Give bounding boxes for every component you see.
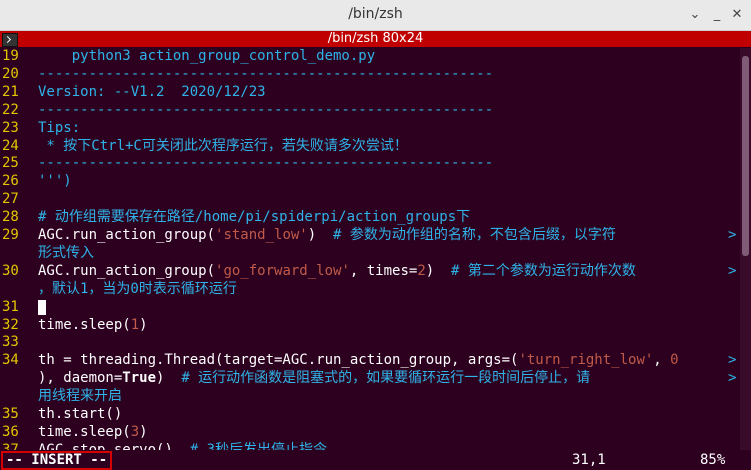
line-number: 22 — [2, 102, 19, 118]
line-wrap-marker: > — [728, 263, 737, 279]
code-token: ), daemon= — [38, 370, 123, 386]
code-token: ) — [139, 424, 148, 440]
code-token: th = threading.Thread(target=AGC.run_act… — [38, 352, 519, 368]
line-number — [2, 245, 32, 262]
line-number: 30 — [2, 263, 19, 279]
line-number: 35 — [2, 406, 19, 422]
code-token: # 动作组需要保存在路径/home/pi/spiderpi/action_gro… — [38, 209, 471, 225]
vim-status-line: -- INSERT -- 31,1 85% — [0, 450, 751, 470]
code-token: True — [122, 370, 157, 386]
scrollbar[interactable] — [740, 48, 751, 450]
code-line[interactable]: python3 action_group_control_demo.py — [38, 48, 375, 65]
code-token: , — [653, 352, 671, 368]
code-token: ) — [156, 370, 182, 386]
code-token: ) — [425, 263, 452, 279]
code-line[interactable]: ，默认1，当为0时表示循环运行 — [38, 281, 237, 298]
line-number: 31 — [2, 299, 19, 315]
code-line[interactable]: time.sleep(1) — [38, 317, 148, 334]
code-token: Tips: — [38, 120, 81, 136]
scroll-percent: 85% — [700, 452, 726, 468]
code-line[interactable]: 用线程来开启 — [38, 388, 122, 405]
code-token: th.start() — [38, 406, 123, 422]
code-token: ----------------------------------------… — [38, 155, 494, 171]
code-line[interactable]: AGC.run_action_group('stand_low') # 参数为动… — [38, 227, 616, 244]
code-token: # 第二个参数为运行动作次数 — [451, 263, 636, 279]
code-line[interactable]: th.start() — [38, 406, 122, 423]
code-line[interactable] — [38, 299, 46, 316]
line-number: 24 — [2, 138, 19, 154]
line-number — [2, 281, 32, 298]
terminal-tab-title: /bin/zsh 80x24 — [327, 31, 424, 46]
code-token: 用线程来开启 — [38, 388, 122, 404]
line-number: 26 — [2, 173, 19, 189]
code-token: 1 — [130, 317, 140, 333]
code-token: python3 action_group_control_demo.py — [38, 48, 376, 64]
code-token: 3 — [130, 424, 140, 440]
window-title: /bin/zsh — [348, 6, 403, 22]
code-line[interactable]: * 按下Ctrl+C可关闭此次程序运行，若失败请多次尝试！ — [38, 138, 408, 155]
line-number: 20 — [2, 66, 19, 82]
code-token: ''') — [38, 173, 72, 189]
code-token: ----------------------------------------… — [38, 102, 494, 118]
code-line[interactable]: AGC.run_action_group('go_forward_low', t… — [38, 263, 636, 280]
code-token: ) — [139, 317, 148, 333]
code-token: ，默认1，当为0时表示循环运行 — [38, 281, 237, 297]
line-number: 33 — [2, 334, 19, 350]
line-wrap-marker: > — [728, 352, 737, 368]
code-line[interactable]: th = threading.Thread(target=AGC.run_act… — [38, 352, 679, 369]
code-token: time.sleep( — [38, 424, 131, 440]
code-token: 2 — [417, 263, 426, 279]
code-token: ) — [307, 227, 334, 243]
code-token: # 运行动作函数是阻塞式的，如果要循环运行一段时间后停止，请 — [181, 370, 591, 386]
line-number: 36 — [2, 424, 19, 440]
line-number: 21 — [2, 84, 19, 100]
minimize-button[interactable]: _ — [710, 8, 724, 22]
terminal-tab-bar: /bin/zsh 80x24 — [0, 31, 751, 47]
window-titlebar[interactable]: /bin/zsh ⌄ _ ✕ — [0, 0, 751, 31]
line-number: 28 — [2, 209, 19, 225]
code-line[interactable]: ----------------------------------------… — [38, 155, 493, 172]
code-token: time.sleep( — [38, 317, 131, 333]
code-line[interactable]: Version: --V1.2 2020/12/23 — [38, 84, 266, 101]
text-cursor — [38, 300, 46, 315]
line-number — [2, 370, 32, 387]
code-token: 'stand_low' — [215, 227, 308, 243]
code-line[interactable]: ''') — [38, 173, 72, 190]
code-token: # 参数为动作组的名称，不包含后缀，以字符 — [333, 227, 616, 243]
code-token: ----------------------------------------… — [38, 66, 494, 82]
code-token: 'turn_right_low' — [518, 352, 654, 368]
cursor-position: 31,1 — [572, 452, 606, 468]
line-number: 25 — [2, 155, 19, 171]
code-token: AGC.run_action_group( — [38, 263, 216, 279]
chevron-down-icon[interactable]: ⌄ — [688, 8, 702, 22]
code-token: , times= — [349, 263, 418, 279]
code-line[interactable]: Tips: — [38, 120, 80, 137]
code-token: 'go_forward_low' — [215, 263, 350, 279]
vim-editor[interactable]: 19 python3 action_group_control_demo.py 2… — [0, 48, 740, 458]
code-line[interactable]: 形式传入 — [38, 245, 94, 262]
code-token: AGC.run_action_group( — [38, 227, 216, 243]
code-token: * 按下Ctrl+C可关闭此次程序运行，若失败请多次尝试！ — [38, 138, 408, 154]
line-number — [2, 388, 32, 405]
line-number: 23 — [2, 120, 19, 136]
code-line[interactable]: # 动作组需要保存在路径/home/pi/spiderpi/action_gro… — [38, 209, 470, 226]
scrollbar-thumb[interactable] — [742, 56, 749, 256]
mode-indicator: -- INSERT -- — [1, 451, 113, 470]
code-line[interactable]: ----------------------------------------… — [38, 66, 493, 83]
line-number: 29 — [2, 227, 19, 243]
code-token: 0 — [670, 352, 679, 368]
code-line[interactable]: ), daemon=True) # 运行动作函数是阻塞式的，如果要循环运行一段时… — [38, 370, 590, 387]
line-wrap-marker: > — [728, 370, 737, 386]
code-token: 形式传入 — [38, 245, 94, 261]
line-number: 27 — [2, 191, 19, 207]
code-token: Version: --V1.2 2020/12/23 — [38, 84, 266, 100]
line-wrap-marker: > — [728, 227, 737, 243]
line-number: 34 — [2, 352, 19, 368]
code-line[interactable]: ----------------------------------------… — [38, 102, 493, 119]
code-line[interactable]: time.sleep(3) — [38, 424, 148, 441]
close-button[interactable]: ✕ — [730, 8, 744, 22]
line-number: 19 — [2, 48, 19, 64]
line-number: 32 — [2, 317, 19, 333]
